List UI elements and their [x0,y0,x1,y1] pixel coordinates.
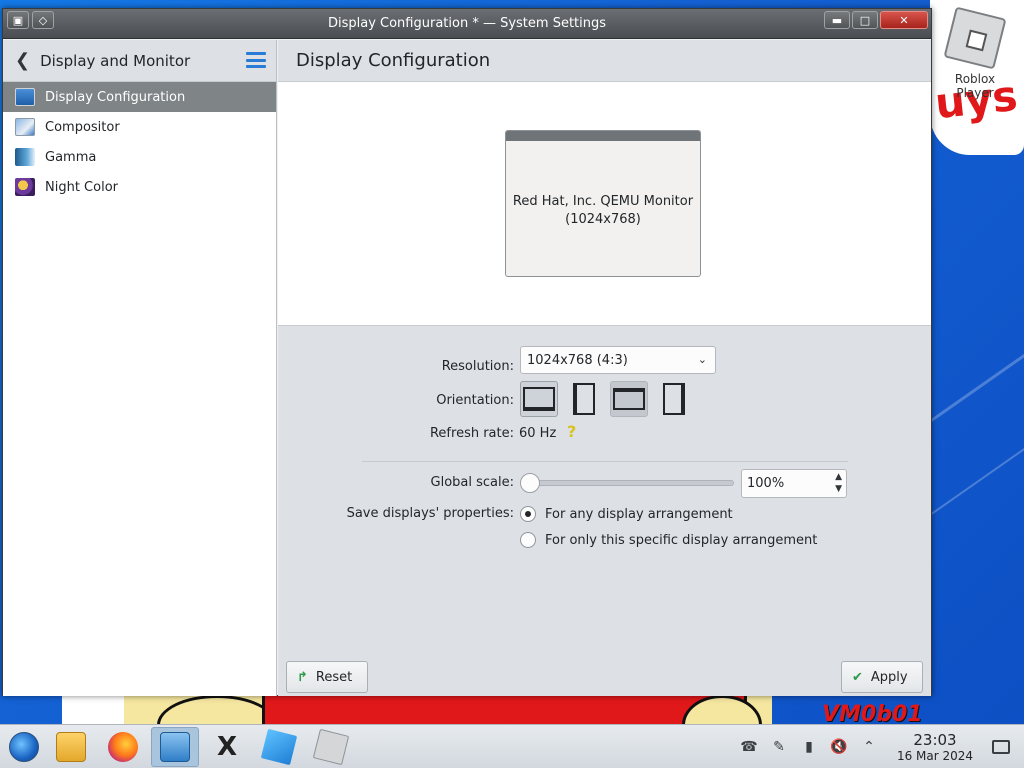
clock[interactable]: 23:03 16 Mar 2024 [890,731,980,763]
clipboard-icon[interactable]: ✎ [770,738,788,756]
radio-button[interactable] [520,532,536,548]
page-title: Display Configuration [278,40,931,82]
radio-button-checked[interactable] [520,506,536,522]
wallpaper-tag: VM0b01 [822,702,923,724]
hamburger-menu-icon[interactable] [246,52,266,68]
sidebar-item-compositor[interactable]: Compositor [3,112,276,142]
radio-label: For only this specific display arrangeme… [545,532,818,548]
roblox-studio-icon [260,728,298,766]
system-settings-icon [160,732,190,762]
checkmark-icon: ✔ [852,669,863,685]
reset-icon: ↱ [297,669,308,685]
resolution-value: 1024x768 (4:3) [527,352,628,368]
sidebar: ❮ Display and Monitor Display Configurat… [3,40,277,696]
roblox-icon [943,6,1007,70]
reset-button[interactable]: ↱ Reset [286,661,368,693]
sidebar-item-label: Compositor [45,119,120,135]
start-menu-icon [9,732,39,762]
clock-time: 23:03 [913,731,957,749]
orientation-label: Orientation: [436,393,514,408]
sidebar-header: ❮ Display and Monitor [3,40,276,82]
system-settings-window: ▣ ◇ Display Configuration * — System Set… [2,8,932,696]
sidebar-item-label: Night Color [45,179,118,195]
window-menu-icon[interactable]: ▣ [7,11,29,29]
close-button[interactable]: ✕ [880,11,928,29]
help-icon[interactable]: ? [567,422,581,441]
desktop-icon-label: Roblox Player [954,72,996,100]
night-color-icon [15,178,35,196]
taskbar-system-settings[interactable] [151,727,199,767]
maximize-button[interactable]: □ [852,11,878,29]
portrait-right-icon [663,383,685,415]
save-displays-label: Save displays' properties: [346,506,514,521]
sidebar-item-night-color[interactable]: Night Color [3,172,276,202]
radio-specific-arrangement[interactable]: For only this specific display arrangeme… [520,532,817,548]
refresh-rate-label: Refresh rate: [429,426,514,441]
chevron-down-icon: ⌄ [697,353,707,366]
x-app-icon: X [216,732,238,762]
portrait-left-icon [573,383,595,415]
taskbar-files[interactable] [47,727,95,767]
window-title: Display Configuration * — System Setting… [327,16,607,31]
file-manager-icon [56,732,86,762]
sidebar-item-label: Display Configuration [45,89,186,105]
taskbar-roblox-player[interactable] [307,727,355,767]
radio-label: For any display arrangement [545,506,733,522]
main-panel: Display Configuration Red Hat, Inc. QEMU… [278,40,931,696]
slider-handle[interactable] [520,473,540,493]
taskbar-firefox[interactable] [99,727,147,767]
landscape-icon [523,387,555,411]
spin-arrows-icon[interactable]: ▲ ▼ [835,471,842,495]
chevron-up-icon[interactable]: ⌃ [860,738,878,756]
global-scale-slider[interactable] [527,480,734,486]
orientation-landscape-button[interactable] [520,381,558,417]
orientation-portrait-right-button[interactable] [655,381,693,417]
wallpaper-bottom-art [62,695,772,724]
sidebar-item-display-configuration[interactable]: Display Configuration [3,82,276,112]
show-desktop-icon[interactable] [992,740,1010,754]
back-arrow-icon[interactable]: ❮ [15,50,30,71]
sidebar-item-label: Gamma [45,149,97,165]
global-scale-spinbox[interactable]: 100% ▲ ▼ [741,469,847,498]
sidebar-header-title: Display and Monitor [40,51,191,70]
system-tray: ☎ ✎ ▮ 🔇 ⌃ 23:03 16 Mar 2024 [734,725,1024,768]
resolution-dropdown[interactable]: 1024x768 (4:3) ⌄ [520,346,716,374]
roblox-player-icon [312,728,350,766]
clock-date: 16 Mar 2024 [896,749,974,763]
taskbar-roblox-studio[interactable] [255,727,303,767]
gamma-icon [15,148,35,166]
desktop-icon-roblox-player[interactable]: Roblox Player [935,6,1015,100]
minimize-button[interactable]: ▬ [824,11,850,29]
radio-any-arrangement[interactable]: For any display arrangement [520,506,733,522]
volume-muted-icon[interactable]: 🔇 [830,738,848,756]
refresh-rate-value: 60 Hz [519,426,557,441]
separator [362,461,848,462]
sidebar-item-gamma[interactable]: Gamma [3,142,276,172]
apply-button[interactable]: ✔ Apply [841,661,923,693]
taskbar: X ☎ ✎ ▮ 🔇 ⌃ 23:03 16 Mar 2024 [0,724,1024,768]
compositor-icon [15,118,35,136]
title-bar[interactable]: ▣ ◇ Display Configuration * — System Set… [3,9,931,39]
notifications-icon[interactable]: ☎ [740,738,758,756]
orientation-flipped-button[interactable] [610,381,648,417]
monitor-name: Red Hat, Inc. QEMU Monitor [512,194,694,209]
monitor-resolution: (1024x768) [565,212,641,227]
monitor-preview[interactable]: Red Hat, Inc. QEMU Monitor (1024x768) [505,130,701,277]
global-scale-label: Global scale: [430,475,514,490]
resolution-label: Resolution: [441,359,514,374]
display-icon [15,88,35,106]
keep-above-icon[interactable]: ◇ [32,11,54,29]
battery-icon[interactable]: ▮ [800,738,818,756]
global-scale-value: 100% [747,476,785,491]
firefox-icon [108,732,138,762]
taskbar-x-app[interactable]: X [203,727,251,767]
start-button[interactable] [0,727,48,767]
orientation-portrait-left-button[interactable] [565,381,603,417]
flipped-icon [613,388,645,410]
monitor-canvas[interactable]: Red Hat, Inc. QEMU Monitor (1024x768) [278,82,931,326]
